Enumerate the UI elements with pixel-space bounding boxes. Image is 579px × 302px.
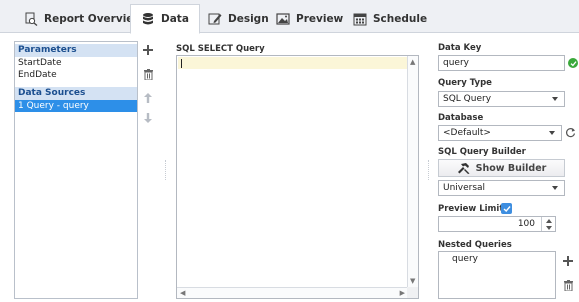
scroll-corner — [407, 287, 418, 298]
scroll-left-icon[interactable]: ◀ — [180, 289, 185, 297]
chevron-down-icon — [552, 186, 558, 190]
nested-query-item[interactable]: query — [439, 252, 555, 264]
current-line-highlight — [178, 57, 407, 69]
nested-queries-label: Nested Queries — [438, 240, 512, 250]
refresh-icon[interactable] — [565, 127, 577, 139]
builder-dialect-select[interactable]: Universal — [438, 180, 565, 196]
database-value: <Default> — [443, 128, 491, 138]
valid-check-icon — [568, 58, 578, 68]
move-up-icon[interactable] — [142, 92, 154, 104]
image-icon — [276, 12, 290, 25]
builder-dialect-value: Universal — [443, 183, 486, 193]
parameter-item[interactable]: EndDate — [15, 69, 137, 81]
preview-limit-checkbox[interactable] — [501, 203, 512, 214]
nested-queries-list: query — [438, 251, 556, 299]
add-nested-query-icon[interactable] — [563, 256, 573, 266]
sql-query-editor[interactable]: ▲ ▼ ◀ ▶ — [176, 55, 419, 299]
tab-schedule[interactable]: Schedule — [343, 4, 437, 33]
trash-icon[interactable] — [142, 68, 154, 80]
tab-label: Preview — [296, 12, 344, 25]
add-icon[interactable] — [142, 44, 154, 56]
database-select[interactable]: <Default> — [438, 125, 562, 141]
tab-preview[interactable]: Preview — [266, 4, 353, 33]
chevron-down-icon — [549, 131, 555, 135]
data-key-input[interactable]: query — [438, 55, 565, 71]
sql-query-builder-label: SQL Query Builder — [438, 147, 526, 157]
database-label: Database — [438, 113, 484, 123]
data-key-label: Data Key — [438, 43, 482, 53]
calendar-icon — [353, 13, 367, 25]
decrement-icon[interactable] — [542, 224, 555, 231]
spinner-buttons — [541, 217, 555, 231]
chevron-down-icon — [552, 97, 558, 101]
magnifier-page-icon — [25, 12, 38, 26]
query-type-value: SQL Query — [443, 94, 492, 104]
scroll-right-icon[interactable]: ▶ — [400, 289, 405, 297]
query-type-select[interactable]: SQL Query — [438, 91, 565, 107]
text-caret — [181, 59, 182, 68]
scroll-down-icon[interactable]: ▼ — [410, 277, 415, 285]
query-type-label: Query Type — [438, 78, 492, 88]
show-builder-label: Show Builder — [475, 162, 547, 174]
preview-limit-spinner[interactable]: 100 — [438, 216, 556, 232]
tab-label: Report Overview — [44, 12, 144, 25]
sql-query-label: SQL SELECT Query — [176, 44, 265, 54]
splitter-grip[interactable] — [165, 160, 167, 180]
tab-label: Design — [228, 12, 269, 25]
tab-data[interactable]: Data — [130, 4, 200, 34]
tab-label: Data — [161, 13, 189, 25]
tab-bar: Report Overview Data Design Preview Sche… — [0, 0, 579, 34]
database-icon — [143, 13, 153, 25]
tools-icon — [457, 163, 470, 174]
trash-icon[interactable] — [564, 280, 573, 292]
splitter-grip[interactable] — [428, 160, 430, 180]
move-down-icon[interactable] — [142, 112, 154, 124]
horizontal-scrollbar[interactable]: ◀ ▶ — [177, 287, 408, 298]
scroll-up-icon[interactable]: ▲ — [410, 58, 415, 66]
data-source-item[interactable]: 1 Query - query — [15, 100, 137, 112]
data-tree-panel: Parameters StartDate EndDate Data Source… — [14, 41, 138, 299]
preview-limit-value: 100 — [517, 219, 535, 229]
preview-limit-label: Preview Limit — [438, 204, 504, 214]
parameters-header: Parameters — [15, 44, 137, 57]
vertical-scrollbar[interactable]: ▲ ▼ — [407, 56, 418, 287]
parameter-item[interactable]: StartDate — [15, 57, 137, 69]
increment-icon[interactable] — [542, 217, 555, 224]
check-icon — [503, 205, 511, 212]
tab-label: Schedule — [373, 12, 428, 25]
data-sources-header: Data Sources — [15, 87, 137, 100]
show-builder-button[interactable]: Show Builder — [438, 159, 565, 177]
edit-icon — [208, 13, 222, 24]
